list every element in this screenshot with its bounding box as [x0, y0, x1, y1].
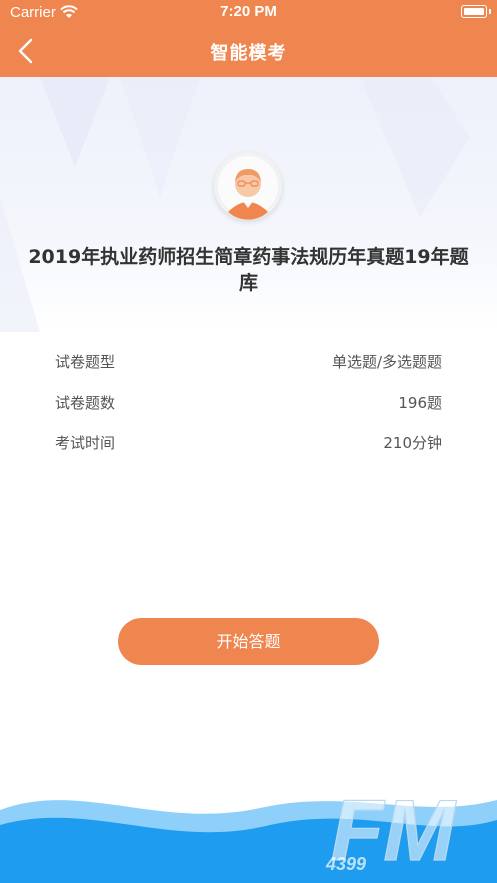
- info-value: 210分钟: [383, 434, 442, 452]
- navigation-bar: 智能模考: [0, 26, 497, 77]
- info-row-exam-time: 考试时间 210分钟: [55, 432, 442, 456]
- info-value: 196题: [398, 394, 442, 412]
- info-row-question-count: 试卷题数 196题: [55, 392, 442, 416]
- battery-icon: [461, 5, 487, 18]
- info-row-question-type: 试卷题型 单选题/多选题题: [55, 351, 442, 375]
- exam-title: 2019年执业药师招生简章药事法规历年真题19年题库: [28, 246, 469, 294]
- info-label: 试卷题型: [55, 353, 116, 371]
- page-title: 智能模考: [210, 43, 287, 64]
- clock: 7:20 PM: [220, 3, 277, 20]
- top-bar: Carrier 7:20 PM 智能模考: [0, 0, 497, 77]
- status-bar: Carrier 7:20 PM: [0, 0, 497, 26]
- avatar: [214, 152, 282, 220]
- info-label: 考试时间: [55, 434, 116, 452]
- person-icon: [218, 156, 278, 220]
- watermark-subtext: 4399: [325, 854, 366, 874]
- info-label: 试卷题数: [55, 394, 116, 412]
- info-value: 单选题/多选题题: [331, 353, 442, 371]
- wave-decoration: FM 4399: [0, 782, 497, 883]
- battery-tip: [489, 9, 491, 14]
- start-answering-button[interactable]: 开始答题: [118, 618, 379, 665]
